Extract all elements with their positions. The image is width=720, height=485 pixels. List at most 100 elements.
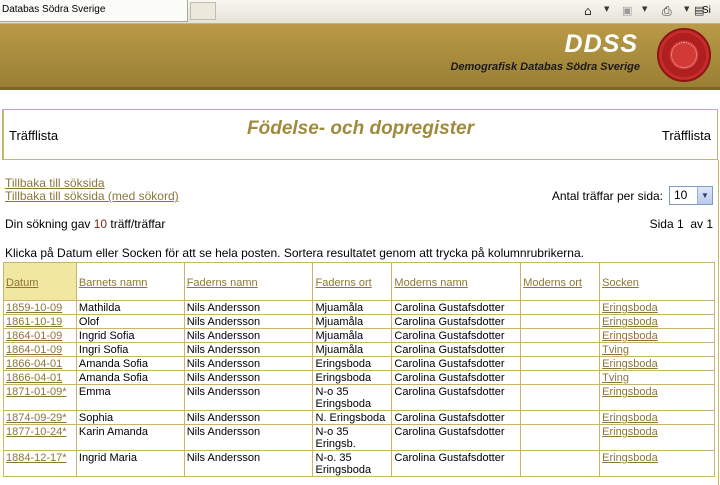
table-cell: N-o 35 Eringsboda — [312, 384, 393, 411]
datum-link[interactable]: 1859-10-09 — [6, 302, 62, 314]
table-cell: Nils Andersson — [183, 356, 314, 371]
table-cell[interactable]: 1864-01-09 — [3, 328, 77, 343]
results-per-page-value: 10 — [674, 188, 688, 202]
sort-link-barnets-namn[interactable]: Barnets namn — [79, 277, 147, 289]
table-cell[interactable]: 1866-04-01 — [3, 370, 77, 385]
results-table: Datum Barnets namn Faderns namn Faderns … — [3, 262, 715, 477]
column-header-datum[interactable]: Datum — [3, 262, 77, 301]
cell-barnets-namn: Karin Amanda — [78, 426, 148, 438]
sort-link-datum[interactable]: Datum — [6, 277, 38, 289]
table-cell: Carolina Gustafsdotter — [391, 328, 522, 343]
site-header: DDSS Demografisk Databas Södra Sverige — [0, 24, 720, 90]
frame-border — [718, 160, 719, 485]
table-cell[interactable]: Eringsboda — [599, 300, 715, 315]
sort-link-moderns-ort[interactable]: Moderns ort — [523, 277, 582, 289]
cell-faderns-namn: Nils Andersson — [186, 426, 261, 438]
table-cell — [520, 384, 601, 411]
table-cell[interactable]: Tving — [599, 342, 715, 357]
cell-faderns-ort: Mjuamåla — [315, 316, 364, 328]
socken-link[interactable]: Eringsboda — [602, 412, 658, 424]
cell-faderns-ort: N-o 35 Eringsboda — [315, 386, 372, 410]
results-per-page-select[interactable]: 10 ▼ — [669, 186, 713, 205]
table-cell[interactable]: 1861-10-19 — [3, 314, 77, 329]
chevron-down-icon[interactable]: ▼ — [684, 5, 689, 13]
table-cell[interactable]: Eringsboda — [599, 424, 715, 451]
table-cell[interactable]: 1864-01-09 — [3, 342, 77, 357]
chevron-down-icon[interactable]: ▼ — [642, 5, 647, 13]
datum-link[interactable]: 1864-01-09 — [6, 344, 62, 356]
table-cell — [520, 342, 601, 357]
page-title-bar: Träfflista Födelse- och dopregister Träf… — [2, 109, 718, 160]
chevron-down-icon[interactable]: ▼ — [697, 187, 712, 204]
datum-link[interactable]: 1884-12-17* — [6, 452, 67, 464]
datum-link[interactable]: 1874-09-29* — [6, 412, 67, 424]
table-cell[interactable]: Eringsboda — [599, 450, 715, 477]
table-cell[interactable]: 1866-04-01 — [3, 356, 77, 371]
toolbar-label[interactable]: Si — [702, 5, 711, 16]
column-header-faderns-namn[interactable]: Faderns namn — [183, 262, 314, 301]
browser-tab[interactable]: Databas Södra Sverige — [0, 0, 188, 22]
back-to-search-with-keywords-link[interactable]: Tillbaka till söksida (med sökord) — [5, 189, 179, 203]
sort-link-faderns-ort[interactable]: Faderns ort — [315, 277, 371, 289]
table-cell: Emma — [75, 384, 185, 411]
column-header-moderns-ort[interactable]: Moderns ort — [520, 262, 601, 301]
table-cell[interactable]: Eringsboda — [599, 314, 715, 329]
cell-faderns-ort: Mjuamåla — [315, 302, 364, 314]
socken-link[interactable]: Eringsboda — [602, 302, 658, 314]
socken-link[interactable]: Tving — [602, 372, 629, 384]
table-cell[interactable]: Tving — [599, 370, 715, 385]
socken-link[interactable]: Eringsboda — [602, 316, 658, 328]
socken-link[interactable]: Eringsboda — [602, 426, 658, 438]
results-per-page: Antal träffar per sida: 10 ▼ — [552, 186, 713, 205]
column-header-socken[interactable]: Socken — [599, 262, 715, 301]
table-row: 1884-12-17* Ingrid Maria Nils Andersson N-o… — [3, 450, 715, 477]
cell-faderns-namn: Nils Andersson — [186, 302, 261, 314]
datum-link[interactable]: 1861-10-19 — [6, 316, 62, 328]
cell-faderns-namn: Nils Andersson — [186, 316, 261, 328]
socken-link[interactable]: Eringsboda — [602, 330, 658, 342]
new-tab-button[interactable] — [190, 2, 216, 20]
table-row: 1866-04-01 Amanda Sofia Nils Andersson Erin… — [3, 356, 715, 371]
table-cell[interactable]: Eringsboda — [599, 410, 715, 425]
column-header-faderns-ort[interactable]: Faderns ort — [312, 262, 393, 301]
table-cell: Carolina Gustafsdotter — [391, 314, 522, 329]
table-cell: Sophia — [75, 410, 185, 425]
table-cell — [520, 314, 601, 329]
datum-link[interactable]: 1866-04-01 — [6, 358, 62, 370]
sort-link-socken[interactable]: Socken — [602, 277, 639, 289]
socken-link[interactable]: Eringsboda — [602, 386, 658, 398]
datum-link[interactable]: 1871-01-09* — [6, 386, 67, 398]
socken-link[interactable]: Eringsboda — [602, 358, 658, 370]
table-cell: Carolina Gustafsdotter — [391, 410, 522, 425]
site-logo-text: DDSS — [564, 30, 638, 58]
sort-link-moderns-namn[interactable]: Moderns namn — [394, 277, 467, 289]
table-row: 1861-10-19 Olof Nils Andersson Mjuamåla Caro… — [3, 314, 715, 329]
datum-link[interactable]: 1864-01-09 — [6, 330, 62, 342]
table-cell: Ingrid Maria — [75, 450, 185, 477]
socken-link[interactable]: Tving — [602, 344, 629, 356]
table-cell[interactable]: 1877-10-24* — [3, 424, 77, 451]
table-cell[interactable]: Eringsboda — [599, 328, 715, 343]
table-cell[interactable]: Eringsboda — [599, 384, 715, 411]
feed-icon[interactable]: ▣ — [622, 3, 632, 19]
column-header-moderns-namn[interactable]: Moderns namn — [391, 262, 522, 301]
table-cell: Karin Amanda — [75, 424, 185, 451]
table-cell[interactable]: 1884-12-17* — [3, 450, 77, 477]
back-to-search-link[interactable]: Tillbaka till söksida — [5, 176, 105, 190]
table-cell — [520, 450, 601, 477]
table-cell[interactable]: 1874-09-29* — [3, 410, 77, 425]
datum-link[interactable]: 1877-10-24* — [6, 426, 67, 438]
table-cell[interactable]: 1871-01-09* — [3, 384, 77, 411]
table-cell: Mjuamåla — [312, 342, 393, 357]
chevron-down-icon[interactable]: ▼ — [604, 5, 609, 13]
column-header-barnets-namn[interactable]: Barnets namn — [75, 262, 185, 301]
cell-barnets-namn: Sophia — [78, 412, 114, 424]
socken-link[interactable]: Eringsboda — [602, 452, 658, 464]
sort-link-faderns-namn[interactable]: Faderns namn — [187, 277, 258, 289]
table-cell[interactable]: 1859-10-09 — [3, 300, 77, 315]
print-icon[interactable]: ⎙ — [662, 3, 672, 19]
table-cell[interactable]: Eringsboda — [599, 356, 715, 371]
table-cell: Nils Andersson — [183, 300, 314, 315]
home-icon[interactable]: ⌂ — [584, 3, 592, 19]
datum-link[interactable]: 1866-04-01 — [6, 372, 62, 384]
